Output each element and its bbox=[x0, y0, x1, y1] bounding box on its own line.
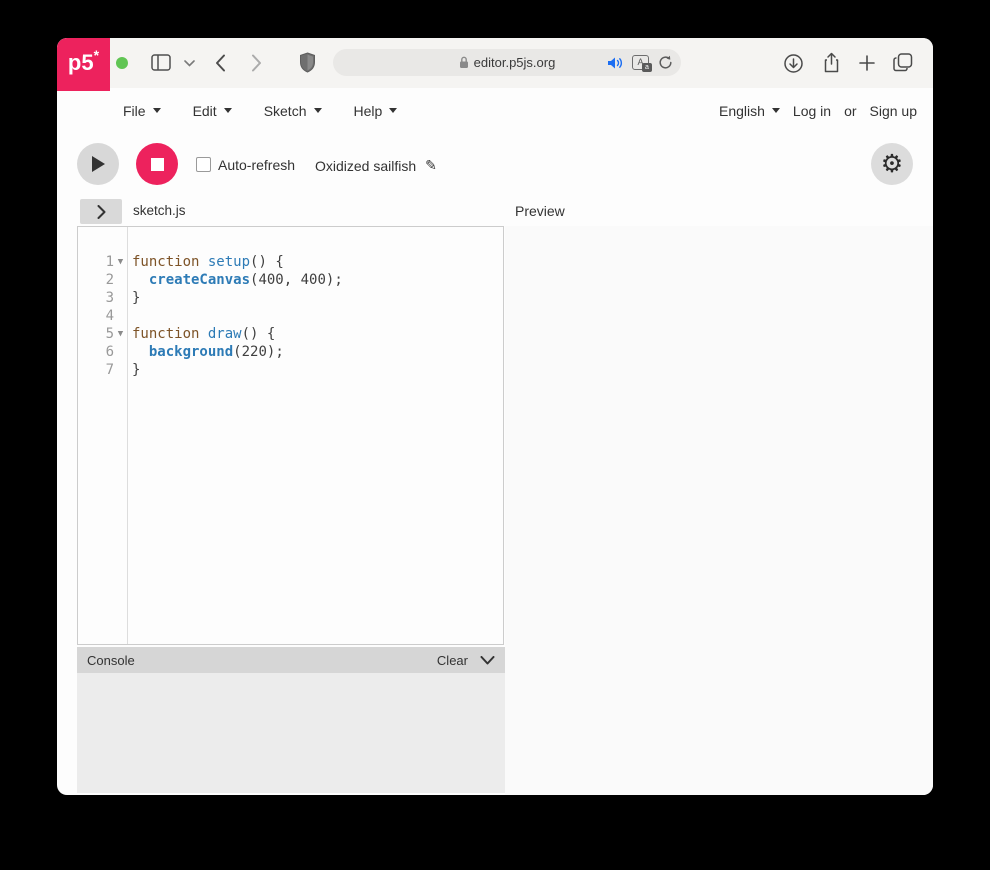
url-text: editor.p5js.org bbox=[474, 55, 556, 70]
code-line[interactable]: 4 bbox=[78, 307, 503, 325]
forward-button[interactable] bbox=[251, 54, 262, 72]
address-bar[interactable]: editor.p5js.org Aa bbox=[333, 49, 681, 76]
sketch-title: Oxidized sailfish ✎ bbox=[315, 157, 437, 174]
new-tab-button[interactable] bbox=[859, 55, 875, 71]
privacy-shield-icon[interactable] bbox=[299, 52, 316, 73]
preview-panel bbox=[505, 226, 933, 795]
console-clear-button[interactable]: Clear bbox=[437, 653, 468, 668]
code-line[interactable]: 5▼function draw() { bbox=[78, 325, 503, 343]
p5-nav-bar: File Edit Sketch Help English Log in or … bbox=[57, 88, 933, 134]
line-number: 3 bbox=[78, 289, 114, 307]
lock-icon bbox=[459, 56, 469, 69]
code-editor[interactable]: 1▼function setup() {2 createCanvas(400, … bbox=[77, 226, 504, 645]
code-text: background(220); bbox=[127, 343, 284, 361]
menu-help[interactable]: Help bbox=[354, 103, 398, 119]
line-number: 2 bbox=[78, 271, 114, 289]
fold-spacer bbox=[114, 343, 127, 361]
translate-icon[interactable]: Aa bbox=[632, 55, 649, 70]
stop-button[interactable] bbox=[136, 143, 178, 185]
code-line[interactable]: 2 createCanvas(400, 400); bbox=[78, 271, 503, 289]
login-link[interactable]: Log in bbox=[793, 103, 831, 119]
code-line[interactable]: 6 background(220); bbox=[78, 343, 503, 361]
code-text: createCanvas(400, 400); bbox=[127, 271, 343, 289]
line-number: 4 bbox=[78, 307, 114, 325]
share-button[interactable] bbox=[823, 52, 840, 73]
code-line[interactable]: 1▼function setup() { bbox=[78, 253, 503, 271]
caret-down-icon bbox=[772, 108, 780, 113]
fold-spacer bbox=[114, 271, 127, 289]
code-text: function setup() { bbox=[127, 253, 284, 271]
fold-arrow-icon[interactable]: ▼ bbox=[114, 253, 127, 271]
line-number: 5 bbox=[78, 325, 114, 343]
downloads-button[interactable] bbox=[784, 54, 803, 73]
line-number: 1 bbox=[78, 253, 114, 271]
line-number: 6 bbox=[78, 343, 114, 361]
expand-sidebar-button[interactable] bbox=[80, 199, 122, 224]
menu-file[interactable]: File bbox=[123, 103, 161, 119]
preview-label: Preview bbox=[515, 196, 565, 226]
console-label: Console bbox=[87, 653, 135, 668]
language-selector[interactable]: English bbox=[719, 103, 780, 119]
p5-logo[interactable]: p5* bbox=[57, 38, 110, 91]
caret-down-icon bbox=[224, 108, 232, 113]
tab-overview-button[interactable] bbox=[893, 53, 913, 72]
browser-chrome: editor.p5js.org Aa bbox=[57, 38, 933, 89]
editor-tab-bar: sketch.js Preview bbox=[57, 196, 933, 226]
gear-icon: ⚙ bbox=[881, 152, 903, 177]
play-icon bbox=[90, 155, 106, 173]
sidebar-icon[interactable] bbox=[151, 54, 171, 71]
caret-down-icon bbox=[153, 108, 161, 113]
play-button[interactable] bbox=[77, 143, 119, 185]
code-line[interactable]: 7} bbox=[78, 361, 503, 379]
menu-sketch[interactable]: Sketch bbox=[264, 103, 322, 119]
code-text: } bbox=[127, 361, 140, 379]
fold-spacer bbox=[114, 289, 127, 307]
signup-link[interactable]: Sign up bbox=[870, 103, 917, 119]
zoom-window-button[interactable] bbox=[116, 57, 128, 69]
console-collapse-chevron-icon[interactable] bbox=[480, 656, 495, 665]
tab-sketch-js[interactable]: sketch.js bbox=[133, 196, 186, 226]
caret-down-icon bbox=[389, 108, 397, 113]
edit-pencil-icon[interactable]: ✎ bbox=[425, 157, 437, 174]
menu-edit[interactable]: Edit bbox=[193, 103, 232, 119]
audio-playing-icon[interactable] bbox=[607, 56, 623, 70]
or-text: or bbox=[844, 103, 856, 119]
fold-spacer bbox=[114, 361, 127, 379]
sketch-toolbar: Auto-refresh Oxidized sailfish ✎ ⚙ bbox=[57, 133, 933, 197]
fold-spacer bbox=[114, 307, 127, 325]
chevron-right-icon bbox=[97, 205, 106, 219]
auto-refresh-checkbox[interactable] bbox=[196, 157, 211, 172]
back-button[interactable] bbox=[215, 54, 226, 72]
browser-window: editor.p5js.org Aa File Edit bbox=[57, 38, 933, 795]
sidebar-chevron-down-icon[interactable] bbox=[184, 60, 195, 67]
console-output bbox=[77, 673, 505, 793]
line-number: 7 bbox=[78, 361, 114, 379]
console-header: Console Clear bbox=[77, 647, 505, 673]
code-lines: 1▼function setup() {2 createCanvas(400, … bbox=[78, 253, 503, 379]
caret-down-icon bbox=[314, 108, 322, 113]
code-text: function draw() { bbox=[127, 325, 275, 343]
gutter-divider bbox=[127, 227, 128, 644]
code-text: } bbox=[127, 289, 140, 307]
auto-refresh-label: Auto-refresh bbox=[218, 157, 295, 173]
stop-icon bbox=[151, 158, 164, 171]
code-line[interactable]: 3} bbox=[78, 289, 503, 307]
settings-button[interactable]: ⚙ bbox=[871, 143, 913, 185]
fold-arrow-icon[interactable]: ▼ bbox=[114, 325, 127, 343]
reload-icon[interactable] bbox=[658, 55, 673, 70]
